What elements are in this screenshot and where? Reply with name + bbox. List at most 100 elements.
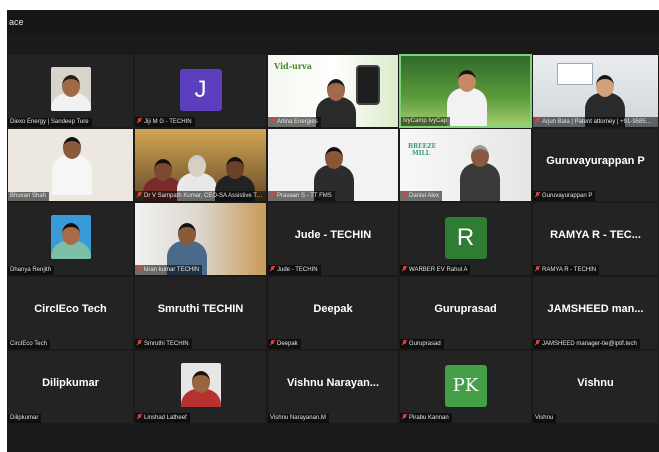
person-body <box>460 163 500 201</box>
participant-label: Guruvayurappan P <box>533 191 596 201</box>
window-title: ace <box>7 10 659 34</box>
participant-tile[interactable]: Guruvayurappan P Guruvayurappan P <box>532 128 659 202</box>
person-head <box>188 155 206 177</box>
participant-label: Dilipkumar <box>8 414 42 423</box>
person-head <box>178 223 196 245</box>
mic-muted-icon <box>270 266 275 272</box>
mic-muted-icon <box>402 266 407 272</box>
participant-tile[interactable]: Diexo Energy | Sandeep Ture <box>7 54 134 128</box>
participant-label-text: Jiji M G - TECHIN <box>144 119 192 125</box>
participant-label-text: WARBER EV Rahul A <box>409 267 468 273</box>
wall-sign <box>557 63 593 85</box>
participant-tile[interactable]: Pravaan S - TT FMS <box>267 128 399 202</box>
participant-name: Dilipkumar <box>42 377 99 389</box>
participant-label: Daniel Alex <box>400 191 443 201</box>
mic-muted-icon <box>270 340 275 346</box>
participant-tile[interactable]: kiran kumar TECHIN <box>134 202 267 276</box>
participant-label-text: Diexo Energy | Sandeep Ture <box>10 119 89 125</box>
participant-tile[interactable]: Vid-urva Arlina Energies <box>267 54 399 128</box>
person-head <box>458 70 476 92</box>
person-head <box>327 79 345 101</box>
participant-tile[interactable]: Vishnu Vishnu <box>532 350 659 424</box>
participant-tile[interactable]: Arjun Bala | Patent attorney | +91-95855… <box>532 54 659 128</box>
participant-label-text: Dr V Sampath Kumar, CEO-SA Assistive Tec… <box>144 193 266 199</box>
participant-label-text: Arlina Energies <box>277 119 318 125</box>
participant-tile[interactable]: Dilipkumar Dilipkumar <box>7 350 134 424</box>
brand-logo: BREEZE MILL <box>408 143 437 157</box>
mic-muted-icon <box>535 266 540 272</box>
participant-label: Pravaan S - TT FMS <box>268 191 335 201</box>
participant-label-text: Guruvayurappan P <box>542 193 593 199</box>
participant-tile[interactable]: BREEZE MILL Daniel Alex <box>399 128 532 202</box>
avatar: PK <box>444 365 487 407</box>
participant-tile[interactable]: J Jiji M G - TECHIN <box>134 54 267 128</box>
participant-label-text: Arjun Bala | Patent attorney | +91-95855… <box>542 119 658 125</box>
person-head <box>154 159 172 181</box>
participant-label-text: Pravaan S - TT FMS <box>277 193 332 199</box>
participant-label: Smruthi TECHIN <box>135 339 192 349</box>
participant-tile[interactable]: PK Pirabu Kannan <box>399 350 532 424</box>
participant-label-text: Linshad Latheef <box>144 415 187 421</box>
participant-tile[interactable]: Deepak Deepak <box>267 276 399 350</box>
mic-muted-icon <box>137 266 142 272</box>
participant-label-text: CircIEco Tech <box>10 341 47 347</box>
participant-label-text: Daniel Alex <box>409 193 440 199</box>
participant-label: Dr V Sampath Kumar, CEO-SA Assistive Tec… <box>135 191 266 201</box>
participant-label-text: Dhanya Renjith <box>10 267 52 273</box>
person-head <box>325 147 343 169</box>
participant-name: CircIEco Tech <box>34 303 107 315</box>
participant-label: kiran kumar TECHIN <box>135 265 203 275</box>
mic-muted-icon <box>535 192 540 198</box>
participant-label: WARBER EV Rahul A <box>400 265 471 275</box>
participant-grid: Diexo Energy | Sandeep Ture J Jiji M G - T… <box>7 54 659 424</box>
participant-label-text: Jude - TECHIN <box>277 267 318 273</box>
participant-tile[interactable]: RAMYA R - TEC... RAMYA R - TECHIN <box>532 202 659 276</box>
participant-label-text: Pirabu Kannan <box>409 415 449 421</box>
participant-name: JAMSHEED man... <box>547 303 644 315</box>
participant-name: Jude - TECHIN <box>294 229 372 241</box>
video-feed <box>8 129 133 201</box>
person-head <box>191 371 210 393</box>
participant-name: Vishnu Narayan... <box>286 377 380 389</box>
participant-photo <box>50 67 91 111</box>
mic-muted-icon <box>402 414 407 420</box>
participant-label-text: Vishnu <box>535 415 554 421</box>
person-head <box>226 157 244 179</box>
participant-label-text: Vishnu Narayanan.M <box>270 415 326 421</box>
brand-logo: Vid-urva <box>274 61 312 71</box>
participant-label: Jiji M G - TECHIN <box>135 117 195 127</box>
participant-label: Vishnu Narayanan.M <box>268 414 329 423</box>
participant-tile[interactable]: JAMSHEED man... JAMSHEED manager-tie@ipti… <box>532 276 659 350</box>
avatar: J <box>179 69 222 111</box>
participant-label: Guruprasad <box>400 339 444 349</box>
participant-label-text: Deepak <box>277 341 298 347</box>
participant-tile[interactable]: Vishnu Narayan... Vishnu Narayanan.M <box>267 350 399 424</box>
video-feed <box>401 56 530 126</box>
avatar: R <box>444 217 487 259</box>
participant-label: Pirabu Kannan <box>400 413 452 423</box>
participant-tile[interactable]: R WARBER EV Rahul A <box>399 202 532 276</box>
participant-tile[interactable]: Guruprasad Guruprasad <box>399 276 532 350</box>
participant-label: Arjun Bala | Patent attorney | +91-95855… <box>533 117 658 127</box>
participant-tile[interactable]: Dr V Sampath Kumar, CEO-SA Assistive Tec… <box>134 128 267 202</box>
mic-muted-icon <box>270 192 275 198</box>
participant-photo <box>180 363 221 407</box>
participant-tile[interactable]: Bhuvan Shah <box>7 128 134 202</box>
participant-label: Vishnu <box>533 414 557 423</box>
participant-tile[interactable]: CircIEco Tech CircIEco Tech <box>7 276 134 350</box>
participant-tile[interactable]: Dhanya Renjith <box>7 202 134 276</box>
participant-tile[interactable]: Jude - TECHIN Jude - TECHIN <box>267 202 399 276</box>
mic-muted-icon <box>137 192 142 198</box>
mic-muted-icon <box>137 118 142 124</box>
participant-label-text: RAMYA R - TECHIN <box>542 267 597 273</box>
participant-tile[interactable]: IvyCamp IvyCap <box>399 54 532 128</box>
participant-label: IvyCamp IvyCap <box>401 117 451 126</box>
participant-label-text: JAMSHEED manager-tie@iptif.tech <box>542 341 637 347</box>
person-head <box>63 137 81 159</box>
participant-tile[interactable]: Linshad Latheef <box>134 350 267 424</box>
participant-label-text: Smruthi TECHIN <box>144 341 189 347</box>
person-head <box>61 223 80 245</box>
phone-graphic <box>356 65 380 105</box>
participant-tile[interactable]: Smruthi TECHIN Smruthi TECHIN <box>134 276 267 350</box>
participant-label-text: Guruprasad <box>409 341 441 347</box>
